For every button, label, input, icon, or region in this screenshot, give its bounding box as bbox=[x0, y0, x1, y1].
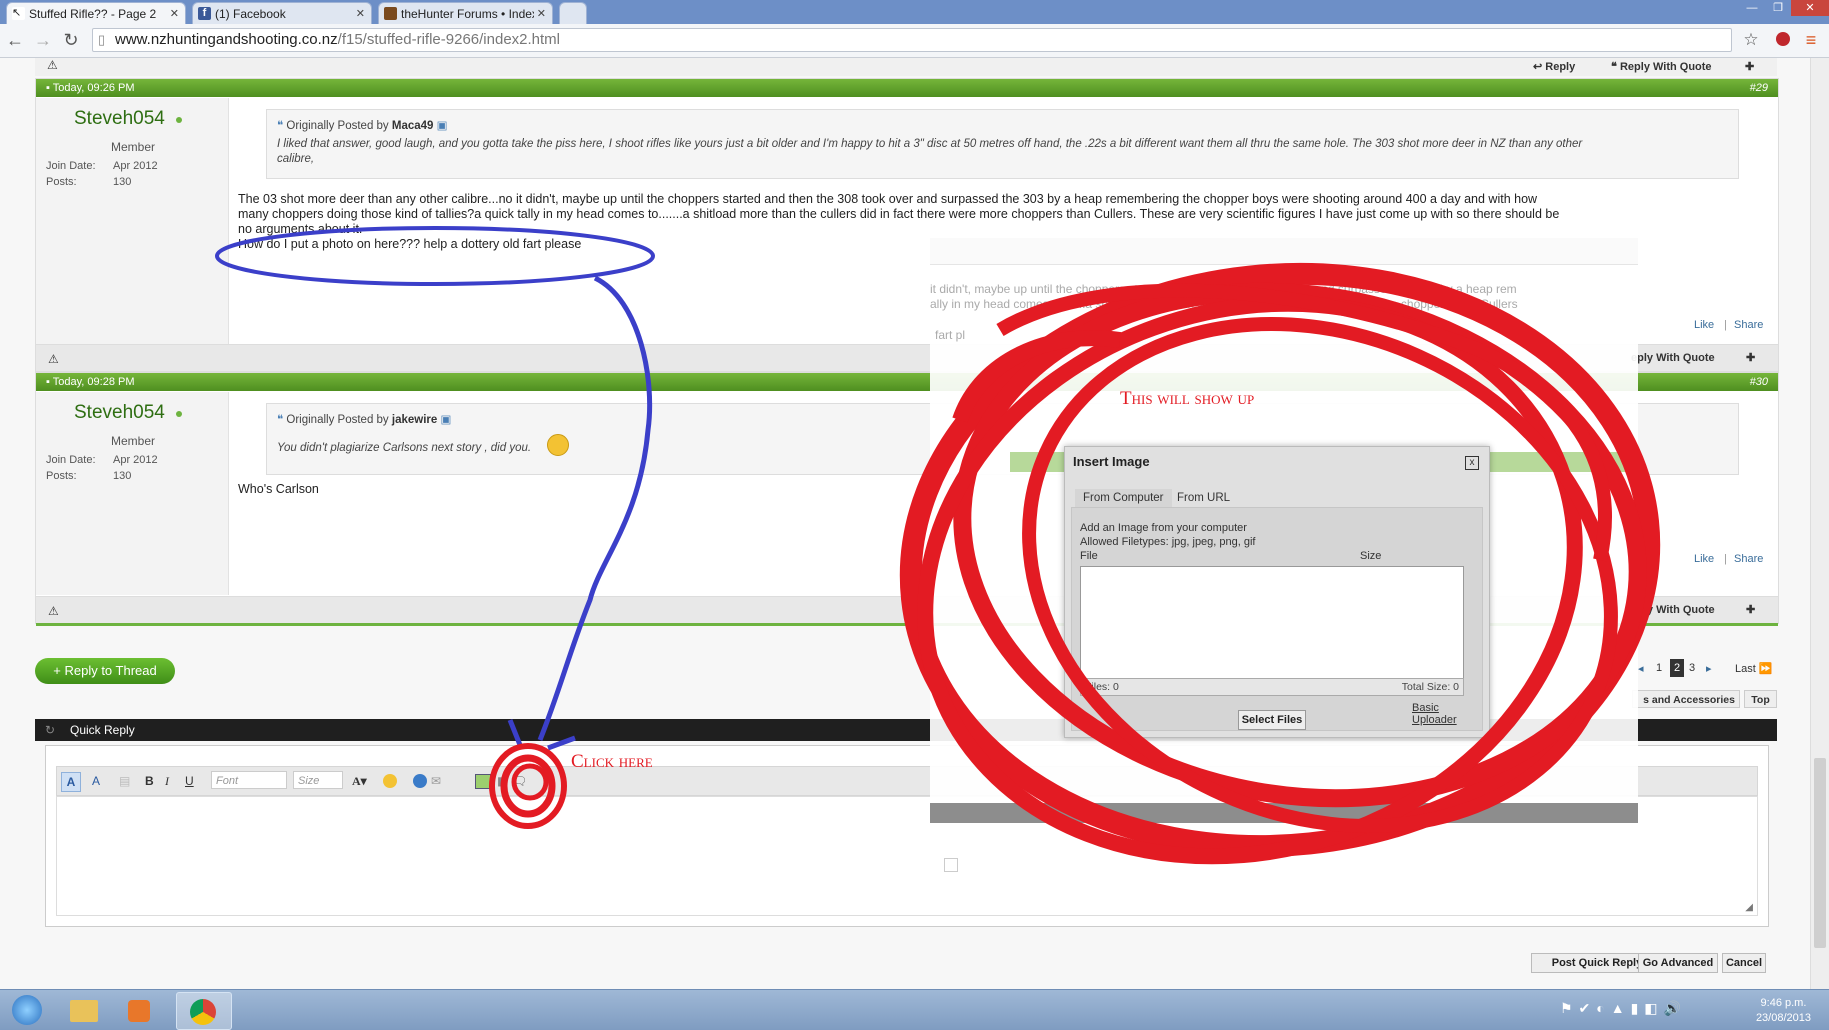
chrome-taskbar-icon[interactable] bbox=[176, 992, 232, 1030]
system-tray-icons[interactable]: ⚑✔◐▲▮◧🔊 bbox=[1560, 1000, 1687, 1017]
start-button[interactable] bbox=[2, 992, 54, 1028]
explorer-taskbar-icon[interactable] bbox=[58, 992, 110, 1028]
blue-arrow-annotation bbox=[537, 275, 653, 741]
system-clock[interactable]: 9:46 p.m. 23/08/2013 bbox=[1756, 996, 1811, 1026]
annotation-show-label: This will show up bbox=[1120, 388, 1255, 409]
annotation-click-label: Click here bbox=[571, 751, 653, 772]
annotation-layer bbox=[215, 226, 1661, 865]
media-player-taskbar-icon[interactable] bbox=[114, 992, 166, 1028]
windows-taskbar: ⚑✔◐▲▮◧🔊 9:46 p.m. 23/08/2013 bbox=[0, 989, 1829, 1030]
windows-logo-icon bbox=[12, 995, 42, 1025]
blue-circle-annotation bbox=[215, 226, 655, 286]
red-circle-large-annotation bbox=[899, 262, 1661, 865]
